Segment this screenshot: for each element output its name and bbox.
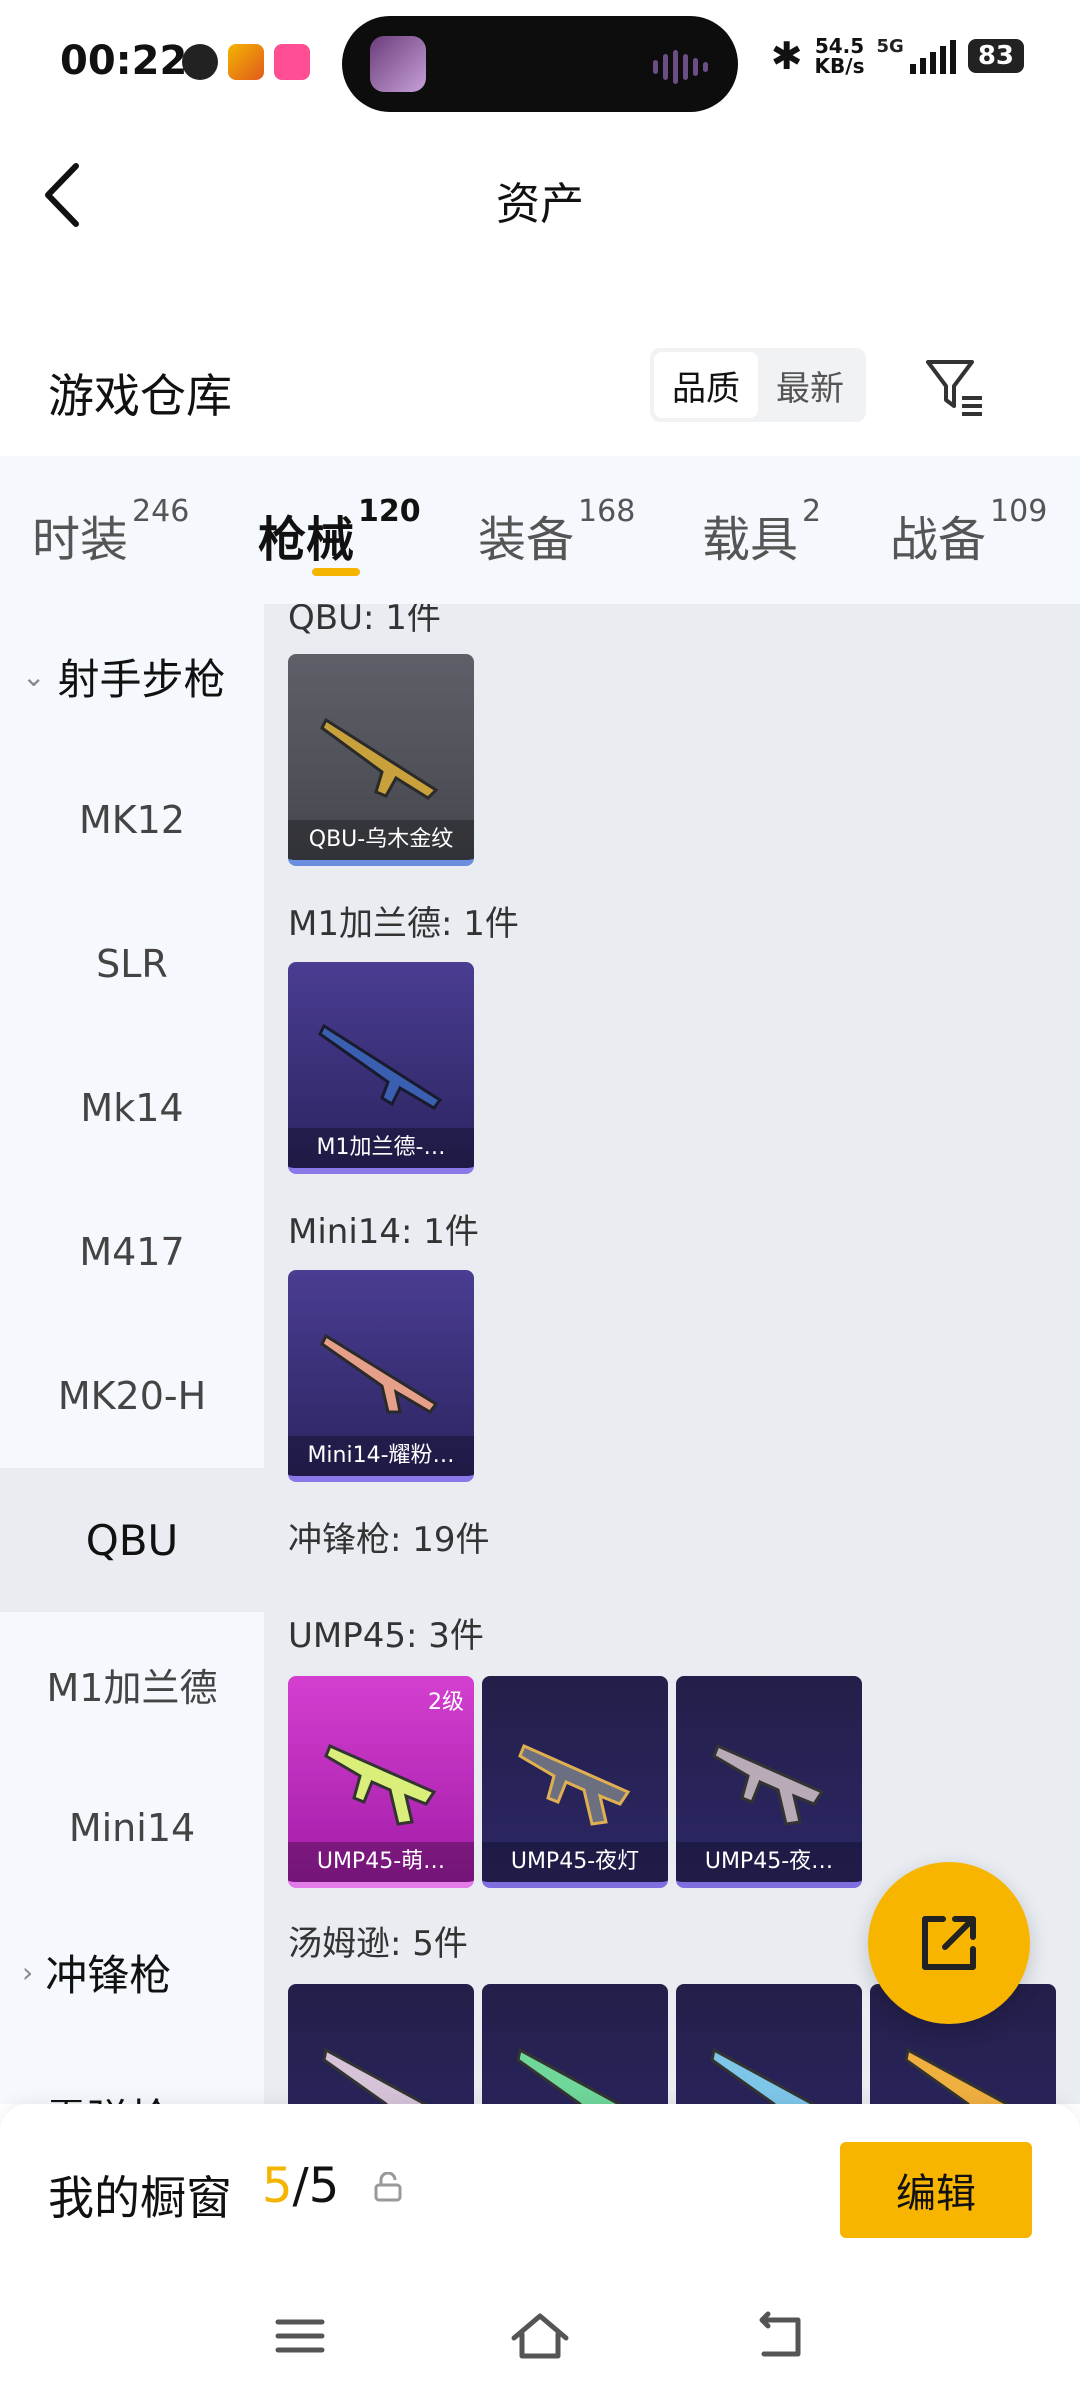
smg-icon (904, 2047, 1011, 2104)
sort-toggle: 品质 最新 (650, 348, 866, 422)
section-label-smg: 冲锋枪: 19件 (288, 1520, 490, 1560)
filter-icon (926, 360, 982, 416)
weapon-card-m1-garand[interactable]: M1加兰德-… (288, 962, 474, 1174)
showcase-bar: 我的橱窗 5/5 编辑 (0, 2104, 1080, 2274)
tab-equipment[interactable]: 装备168 (478, 494, 635, 570)
menu-icon[interactable] (268, 2304, 332, 2368)
sidebar-item-mk20h[interactable]: MK20-H (0, 1324, 264, 1468)
signal-icon (909, 38, 956, 74)
weapon-card-name: UMP45-萌… (288, 1842, 474, 1882)
notification-icons (182, 44, 310, 80)
weapon-card-ump45-1[interactable]: 2级 UMP45-萌… (288, 1676, 474, 1888)
sidebar-item-m417[interactable]: M417 (0, 1180, 264, 1324)
home-icon[interactable] (508, 2304, 572, 2368)
edit-button[interactable]: 编辑 (840, 2142, 1032, 2238)
bluetooth-icon: ✱ (770, 34, 803, 78)
weapon-card-mini14[interactable]: Mini14-耀粉… (288, 1270, 474, 1482)
sort-quality-button[interactable]: 品质 (654, 352, 758, 418)
system-status: ✱ 54.5 KB/s 5G 83 (771, 34, 1024, 78)
weapon-card-thompson-1[interactable] (288, 1984, 474, 2104)
system-nav-bar (0, 2274, 1080, 2400)
sidebar-item-qbu[interactable]: QBU (0, 1468, 264, 1612)
showcase-count: 5/5 (262, 2158, 340, 2214)
lock-icon (374, 2172, 402, 2202)
sort-newest-button[interactable]: 最新 (758, 352, 862, 418)
chevron-down-icon: ⌄ (22, 659, 46, 693)
tab-fashion[interactable]: 时装246 (32, 494, 189, 570)
tab-vehicles[interactable]: 载具2 (702, 494, 821, 570)
page-title: 资产 (496, 179, 584, 230)
app-header: 资产 (0, 120, 1080, 270)
game-app-icon (228, 44, 264, 80)
dynamic-island[interactable] (342, 16, 738, 112)
smg-icon (518, 1743, 631, 1826)
battery-icon: 83 (967, 39, 1024, 73)
active-tab-indicator (312, 568, 360, 576)
share-icon (922, 1916, 976, 1970)
category-tabs: 时装246 枪械120 装备168 载具2 战备109 (0, 456, 1080, 604)
sidebar-group-smg[interactable]: › 冲锋枪 (0, 1900, 264, 2044)
rifle-icon (320, 717, 439, 800)
weapon-card-ump45-3[interactable]: UMP45-夜… (676, 1676, 862, 1888)
tab-weapons[interactable]: 枪械120 (258, 494, 421, 570)
sidebar-group-marksman-rifle[interactable]: ⌄ 射手步枪 (0, 604, 264, 748)
rifle-icon (320, 1333, 439, 1414)
music-app-icon (274, 44, 310, 80)
sidebar-item-mk12[interactable]: MK12 (0, 748, 264, 892)
showcase-label: 我的橱窗 (48, 2171, 232, 2225)
section-label-thompson: 汤姆逊: 5件 (288, 1924, 468, 1964)
weapon-card-ump45-2[interactable]: UMP45-夜灯 (482, 1676, 668, 1888)
smg-icon (712, 1743, 825, 1826)
weapon-card-name: UMP45-夜… (676, 1842, 862, 1882)
weapon-card-thompson-2[interactable] (482, 1984, 668, 2104)
audio-wave-icon (653, 50, 708, 84)
sidebar-item-mk14[interactable]: Mk14 (0, 1036, 264, 1180)
network-type: 5G (876, 35, 904, 57)
share-button[interactable] (868, 1862, 1030, 2024)
filter-button[interactable] (922, 354, 986, 418)
weapon-card-name: M1加兰德-… (288, 1128, 474, 1168)
smg-icon (710, 2047, 817, 2104)
weapon-card-name: UMP45-夜灯 (482, 1842, 668, 1882)
section-label-qbu: QBU: 1件 (288, 604, 441, 638)
smg-icon (322, 2047, 429, 2104)
sidebar-item-m1-garand[interactable]: M1加兰德 (0, 1612, 264, 1756)
warehouse-title: 游戏仓库 (48, 369, 232, 423)
net-speed: 54.5 KB/s (814, 34, 865, 78)
sidebar-item-slr[interactable]: SLR (0, 892, 264, 1036)
sidebar-item-mini14[interactable]: Mini14 (0, 1756, 264, 1900)
browser-app-icon (182, 44, 218, 80)
return-icon[interactable] (748, 2304, 812, 2368)
level-badge: 2级 (428, 1690, 464, 1715)
warehouse-header: 游戏仓库 品质 最新 (0, 330, 1080, 450)
section-label-m1-garand: M1加兰德: 1件 (288, 904, 519, 944)
section-label-mini14: Mini14: 1件 (288, 1212, 479, 1252)
smg-icon (324, 1743, 437, 1826)
section-label-ump45: UMP45: 3件 (288, 1616, 484, 1656)
weapon-card-name: QBU-乌木金纹 (288, 820, 474, 860)
weapon-card-qbu[interactable]: QBU-乌木金纹 (288, 654, 474, 866)
weapon-card-thompson-3[interactable] (676, 1984, 862, 2104)
status-bar: 00:22 ✱ 54.5 KB/s 5G 83 (0, 0, 1080, 120)
tab-supplies[interactable]: 战备109 (890, 494, 1047, 570)
weapon-card-name: Mini14-耀粉… (288, 1436, 474, 1476)
rifle-icon (318, 1023, 443, 1110)
media-thumbnail (370, 36, 426, 92)
smg-icon (516, 2047, 623, 2104)
chevron-right-icon: › (22, 1955, 34, 1989)
status-time: 00:22 (60, 38, 188, 84)
weapon-category-sidebar: ⌄ 射手步枪 MK12 SLR Mk14 M417 MK20-H QBU M1加… (0, 604, 264, 2144)
